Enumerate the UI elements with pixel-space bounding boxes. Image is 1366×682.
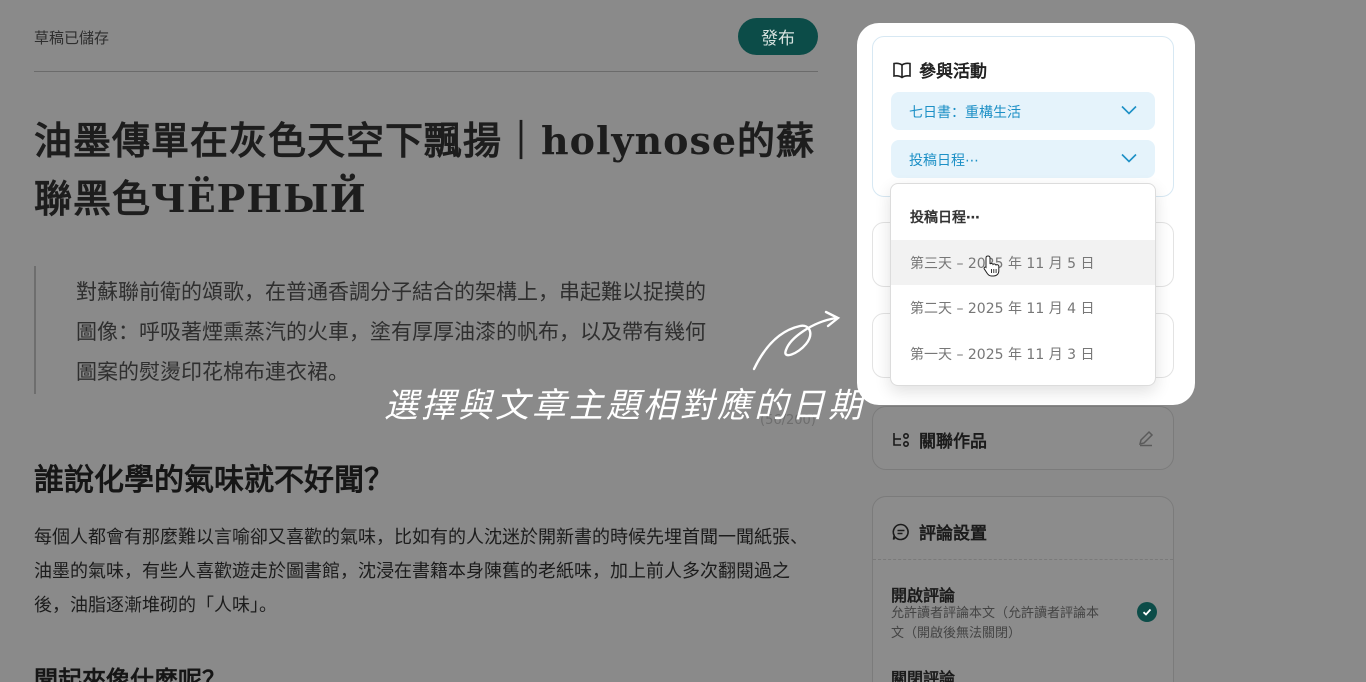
connection-icon (893, 432, 910, 447)
schedule-select[interactable]: 投稿日程⋯ (891, 140, 1155, 178)
pencil-icon[interactable] (1137, 429, 1155, 447)
related-works-card[interactable]: 關聯作品 (872, 406, 1174, 470)
editor-topbar: 草稿已儲存 發布 (34, 18, 818, 56)
hand-cursor-icon (983, 255, 1000, 277)
draft-status: 草稿已儲存 (34, 29, 110, 47)
dropdown-header[interactable]: 投稿日程⋯ (891, 194, 1155, 239)
event-select[interactable]: 七日書：重構生活 (891, 92, 1155, 130)
related-works-title: 關聯作品 (919, 432, 987, 452)
article-title[interactable]: 油墨傳單在灰色天空下飄揚｜holynose的蘇聯黑色ЧЁРНЫЙ (34, 112, 824, 228)
event-title: 參與活動 (919, 62, 987, 82)
dropdown-option[interactable]: 第一天 – 2025 年 11 月 3 日 (891, 331, 1155, 376)
editor-area: 草稿已儲存 發布 油墨傳單在灰色天空下飄揚｜holynose的蘇聯黑色ЧЁРНЫ… (34, 0, 818, 682)
annotation-arrow-icon (752, 310, 841, 371)
event-select-value: 七日書：重構生活 (909, 105, 1021, 121)
section-heading[interactable]: 誰說化學的氣味就不好聞？ (34, 455, 394, 499)
book-open-icon (893, 62, 911, 78)
comment-settings-divider (873, 559, 1173, 560)
disable-comments-title[interactable]: 關閉評論 (891, 665, 955, 682)
dropdown-option[interactable]: 第三天 – 2025 年 11 月 5 日 (891, 240, 1155, 285)
section-heading-2[interactable]: 聞起來像什麼呢？ (34, 660, 226, 682)
publish-button[interactable]: 發布 (738, 18, 818, 55)
comment-settings-title: 評論設置 (919, 524, 987, 544)
enable-comments-title[interactable]: 開啟評論 (891, 582, 955, 606)
chevron-down-icon (1121, 105, 1137, 115)
event-card: 參與活動 七日書：重構生活 投稿日程⋯ (872, 36, 1174, 197)
article-summary[interactable]: 對蘇聯前衛的頌歌，在普通香調分子結合的架構上，串起難以捉摸的圖像：呼吸著煙熏蒸汽… (76, 272, 716, 392)
annotation-text: 選擇與文章主題相對應的日期 (384, 386, 865, 426)
summary-quote-bar (34, 266, 36, 394)
topbar-divider (34, 71, 818, 72)
body-paragraph[interactable]: 每個人都會有那麼難以言喻卻又喜歡的氣味，比如有的人沈迷於開新書的時候先埋首聞一聞… (34, 521, 818, 623)
chat-bubble-icon (892, 523, 909, 540)
check-icon (1142, 608, 1152, 616)
enable-comments-check[interactable] (1137, 602, 1157, 622)
comment-settings-card: 評論設置 開啟評論 允許讀者評論本文（允許讀者評論本文（開啟後無法關閉） 關閉評… (872, 496, 1174, 682)
enable-comments-desc: 允許讀者評論本文（允許讀者評論本文（開啟後無法關閉） (891, 606, 1100, 641)
schedule-dropdown: 投稿日程⋯ 第三天 – 2025 年 11 月 5 日 第二天 – 2025 年… (890, 183, 1156, 386)
dropdown-option[interactable]: 第二天 – 2025 年 11 月 4 日 (891, 285, 1155, 330)
chevron-down-icon (1121, 153, 1137, 163)
schedule-select-value: 投稿日程⋯ (909, 153, 979, 169)
